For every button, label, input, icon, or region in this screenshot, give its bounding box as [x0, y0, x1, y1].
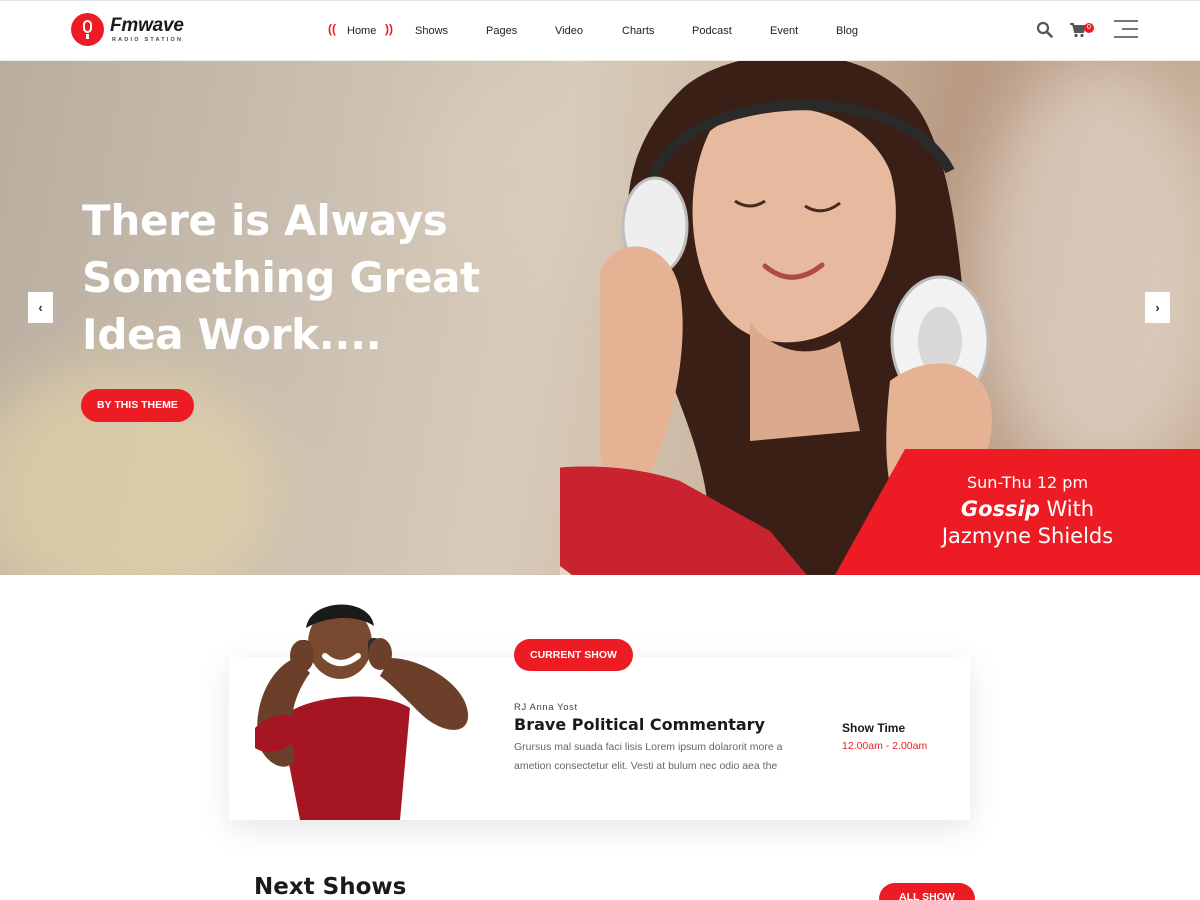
- show-time-value: 12.00am - 2.00am: [842, 740, 928, 752]
- hero-title-line-3: Idea Work....: [82, 310, 382, 359]
- nav-item-home[interactable]: Home: [347, 25, 376, 37]
- cart-count-badge: 0: [1084, 23, 1094, 33]
- hero-slider: There is Always Something Great Idea Wor…: [0, 61, 1200, 575]
- all-shows-button[interactable]: ALL SHOW: [879, 883, 975, 900]
- rj-name: RJ Anna Yost: [514, 702, 578, 713]
- current-show-badge[interactable]: CURRENT SHOW: [514, 639, 633, 671]
- hero-title-line-2: Something Great: [82, 253, 480, 302]
- show-description-line-2: ametion consectetur elit. Vesti at bulum…: [514, 760, 778, 772]
- slider-prev-arrow-icon[interactable]: ‹: [28, 292, 53, 323]
- show-description-line-1: Grursus mal suada faci lisis Lorem ipsum…: [514, 741, 783, 753]
- hero-title-line-1: There is Always: [82, 196, 448, 245]
- show-time-label: Show Time: [842, 721, 906, 735]
- man-with-headphones-image: [255, 604, 469, 820]
- nav-item-shows[interactable]: Shows: [415, 25, 448, 37]
- radio-wave-right-icon: )): [385, 22, 393, 36]
- nav-item-event[interactable]: Event: [770, 25, 798, 37]
- search-icon[interactable]: [1036, 21, 1053, 43]
- promo-host: Jazmyne Shields: [941, 524, 1114, 548]
- buy-theme-button[interactable]: BY THIS THEME: [81, 389, 194, 422]
- hero-title: There is Always Something Great Idea Wor…: [82, 192, 562, 363]
- show-description: Grursus mal suada faci lisis Lorem ipsum…: [514, 738, 804, 776]
- radio-wave-left-icon: ((: [328, 22, 336, 36]
- promo-title: Gossip With Jazmyne Shields: [935, 496, 1120, 550]
- show-title[interactable]: Brave Political Commentary: [514, 715, 765, 734]
- nav-item-charts[interactable]: Charts: [622, 25, 654, 37]
- nav-item-video[interactable]: Video: [555, 25, 583, 37]
- nav-item-blog[interactable]: Blog: [836, 25, 858, 37]
- promo-title-bold: Gossip: [960, 497, 1040, 521]
- nav-item-pages[interactable]: Pages: [486, 25, 517, 37]
- nav-item-podcast[interactable]: Podcast: [692, 25, 732, 37]
- menu-icon[interactable]: [1114, 19, 1138, 39]
- slider-next-arrow-icon[interactable]: ›: [1145, 292, 1170, 323]
- next-shows-title: Next Shows: [254, 874, 407, 900]
- promo-title-rest: With: [1039, 497, 1095, 521]
- site-header: Fmwave RADIO STATION (( Home )) Shows Pa…: [0, 0, 1200, 61]
- promo-time: Sun-Thu 12 pm: [966, 473, 1089, 492]
- main-nav: (( Home )) Shows Pages Video Charts Podc…: [0, 1, 1200, 62]
